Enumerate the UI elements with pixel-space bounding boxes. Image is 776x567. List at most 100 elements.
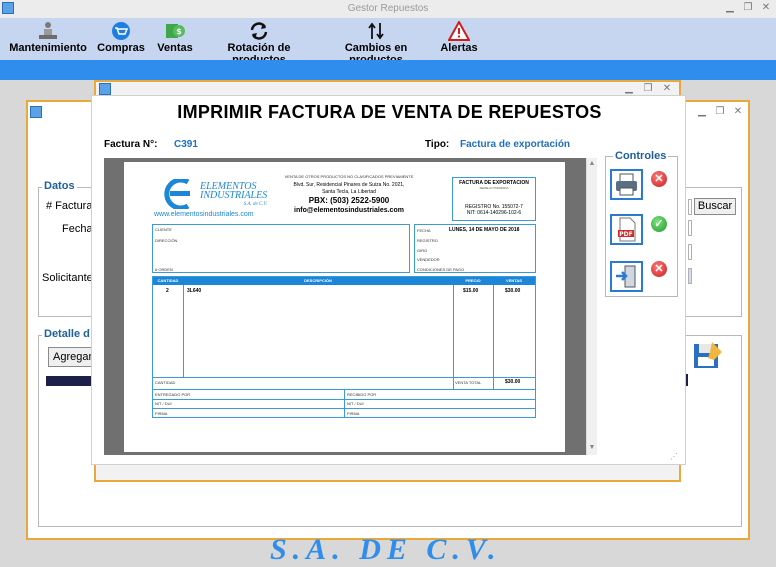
close-icon[interactable]: ✕ <box>661 83 673 95</box>
row-divider <box>153 408 535 409</box>
nit-dui-label: NIT / DUI <box>347 401 364 406</box>
print-button[interactable] <box>610 169 643 200</box>
client-box: CLIENTE DIRECCIÓN # ORDEN <box>152 224 410 273</box>
col-divider <box>344 389 345 417</box>
factura-number-label: Factura N°: <box>104 139 158 150</box>
col-cantidad: CANTIDAD <box>153 277 183 285</box>
registro-label: REGISTRO <box>417 238 438 243</box>
detalle-title: Detalle d <box>42 328 92 340</box>
tipo-label: Tipo: <box>425 139 450 150</box>
svg-text:PDF: PDF <box>619 231 632 238</box>
pdf-status-check-icon: ✓ <box>651 216 667 232</box>
accent-bar <box>0 60 776 80</box>
save-icon[interactable] <box>692 340 724 370</box>
swap-arrows-icon <box>368 22 384 40</box>
company-watermark: S.A. DE C.V. <box>270 533 502 566</box>
fecha-field[interactable] <box>688 220 692 236</box>
item-price: $15.00 <box>463 288 479 294</box>
cart-icon <box>112 22 130 40</box>
window-title-bar: Gestor Repuestos ▁ ❐ ✕ <box>0 0 776 18</box>
company-website: www.elementosindustriales.com <box>154 211 254 218</box>
nit-dui-label: NIT / DUI <box>155 401 172 406</box>
print-invoice-dialog: IMPRIMIR FACTURA DE VENTA DE REPUESTOS F… <box>91 95 686 465</box>
recibido-label: RECIBIDO POR <box>347 392 377 397</box>
scroll-up-icon[interactable]: ▲ <box>588 160 596 167</box>
factura-input[interactable] <box>688 199 692 215</box>
factura-label: # Factura: <box>46 200 96 212</box>
row-divider <box>153 399 535 400</box>
pdf-icon: PDF <box>618 217 636 242</box>
menu-label: Alertas <box>440 42 478 54</box>
item-desc: 3L640 <box>187 288 202 294</box>
exit-button[interactable] <box>610 261 643 292</box>
menu-ventas[interactable]: $ Ventas <box>155 18 195 60</box>
venta-total-value: $30.00 <box>505 379 521 385</box>
company-name: ELEMENTOS INDUSTRIALES S.A. de C.V. <box>200 182 267 209</box>
item-qty: 2 <box>166 288 169 294</box>
menu-alertas[interactable]: Alertas <box>439 18 479 60</box>
menu-label: Compras <box>97 42 145 54</box>
menu-cambios[interactable]: Cambios en productos <box>322 18 430 66</box>
firma-label: FIRMA <box>347 411 360 416</box>
pdf-button[interactable]: PDF <box>610 214 643 245</box>
col-ventas: VENTAS <box>493 277 535 285</box>
condiciones-label: CONDICIONES DE PAGO <box>417 267 465 272</box>
col-descripcion: DESCRIPCIÓN <box>183 277 453 285</box>
restore-icon[interactable]: ❐ <box>742 2 754 14</box>
cantidad-footer: CANTIDAD <box>155 380 176 385</box>
col-precio: PRECIO <box>453 277 493 285</box>
menu-mantenimiento[interactable]: Mantenimiento <box>8 18 88 60</box>
controls-group: Controles ✕ PDF ✓ ✕ <box>605 150 678 297</box>
dialog-title: IMPRIMIR FACTURA DE VENTA DE REPUESTOS <box>177 102 602 122</box>
resize-grip-icon[interactable]: ⋰ <box>670 452 678 461</box>
restore-icon[interactable]: ❐ <box>642 83 654 95</box>
detail-table-edge <box>686 374 688 386</box>
scroll-down-icon[interactable]: ▼ <box>588 444 596 451</box>
company-phone: PBX: (503) 2522-5900 <box>308 196 390 205</box>
company-logo-icon <box>164 179 190 209</box>
col-divider <box>183 285 184 377</box>
extra-field[interactable] <box>688 244 692 260</box>
vendedor-label: VENDEDOR <box>417 257 440 262</box>
main-menu: Mantenimiento Compras $ Ventas Rotación … <box>0 18 776 66</box>
col-divider <box>453 285 454 389</box>
direccion-label: DIRECCIÓN <box>155 238 178 243</box>
buscar-button[interactable]: Buscar <box>694 198 736 215</box>
close-icon[interactable]: ✕ <box>760 2 772 14</box>
minimize-icon[interactable]: ▁ <box>724 2 736 14</box>
controls-title: Controles <box>613 150 669 162</box>
header-line3: Santa Tecla, La Libertad <box>322 189 376 195</box>
solicitante-select[interactable] <box>688 268 692 284</box>
solicitante-label: Solicitante: <box>42 272 96 284</box>
report-viewer[interactable]: ELEMENTOS INDUSTRIALES S.A. de C.V. www.… <box>104 158 597 455</box>
item-total: $30.00 <box>505 288 521 294</box>
maintenance-icon <box>39 22 57 39</box>
window-title: Gestor Repuestos <box>347 3 429 14</box>
close-icon[interactable]: ✕ <box>732 106 744 118</box>
header-line1: VENTA DE OTROS PRODUCTOS NO CLASIFICADOS… <box>284 174 414 179</box>
giro-label: GIRO <box>417 248 428 253</box>
money-icon: $ <box>166 24 185 38</box>
minimize-icon[interactable]: ▁ <box>696 106 708 118</box>
minimize-icon[interactable]: ▁ <box>623 83 635 95</box>
doc-subtitle: SERIE AUTORIZADA <box>479 186 509 190</box>
restore-icon[interactable]: ❐ <box>714 106 726 118</box>
venta-total-label: VENTA TOTAL <box>455 380 482 385</box>
menu-compras[interactable]: Compras <box>97 18 145 60</box>
fecha-label: FECHA <box>417 228 431 233</box>
col-divider <box>493 285 494 389</box>
menu-rotacion[interactable]: Rotación de productos <box>203 18 315 66</box>
svg-text:$: $ <box>176 27 182 36</box>
header-line2: Blvd. Sur, Residencial Pinares de Suiza … <box>293 182 405 188</box>
company-email: info@elementosindustriales.com <box>294 207 404 214</box>
cliente-label: CLIENTE <box>155 227 172 232</box>
datos-title: Datos <box>42 180 77 192</box>
print-status-x-icon: ✕ <box>651 171 667 187</box>
entregado-label: ENTREGADO POR <box>155 392 191 397</box>
menu-label: Mantenimiento <box>9 42 87 54</box>
doc-nit: NIT: 0614-140296-102-6 <box>466 210 522 216</box>
items-table: CANTIDAD DESCRIPCIÓN PRECIO VENTAS 2 3L6… <box>152 276 536 418</box>
exit-icon <box>616 265 636 288</box>
window-icon <box>99 83 111 95</box>
viewer-scrollbar[interactable]: ▲ ▼ <box>586 158 597 455</box>
